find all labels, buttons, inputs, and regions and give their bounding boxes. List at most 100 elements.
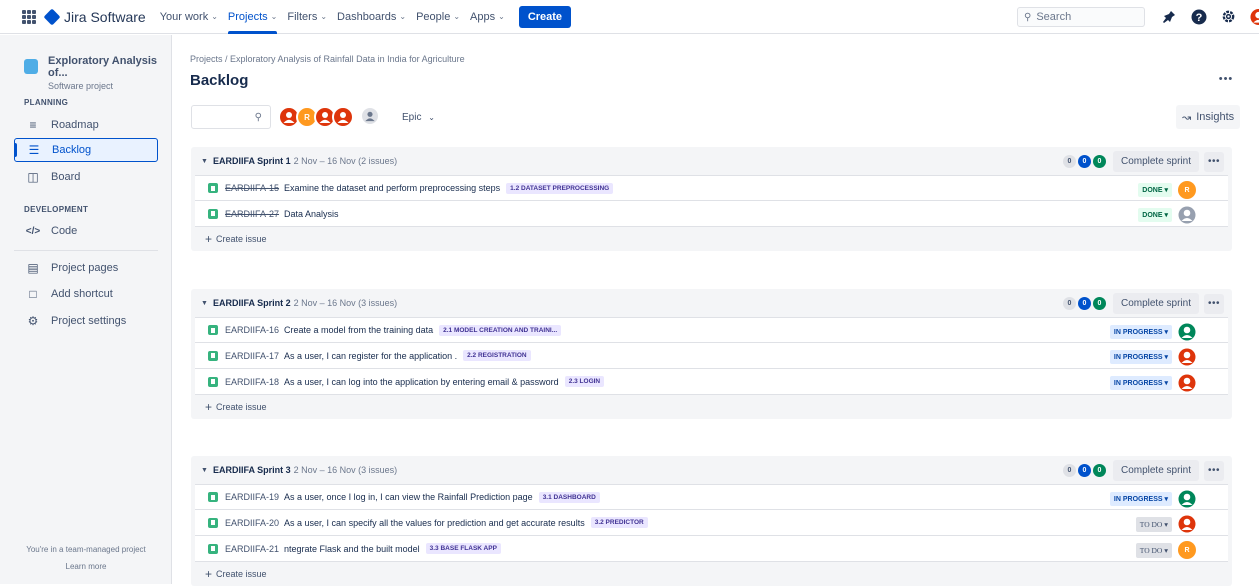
status-dropdown[interactable]: IN PROGRESS ▾ bbox=[1109, 325, 1172, 339]
assignee-avatar[interactable] bbox=[1178, 206, 1196, 224]
nav-dashboards[interactable]: Dashboards ⌄ bbox=[337, 0, 406, 34]
sprint-header[interactable]: ▼ EARDIIFA Sprint 32 Nov – 16 Nov (3 issu… bbox=[191, 456, 1232, 484]
search-input[interactable]: ⚲ Search bbox=[1017, 7, 1145, 27]
chevron-down-icon[interactable]: ▼ bbox=[201, 467, 208, 474]
profile-icon[interactable] bbox=[1250, 8, 1259, 25]
project-type: Software project bbox=[48, 81, 114, 91]
complete-sprint-button[interactable]: Complete sprint bbox=[1112, 151, 1199, 172]
insights-button[interactable]: ↝ Insights bbox=[1176, 105, 1241, 129]
chevron-down-icon[interactable]: ▼ bbox=[201, 300, 208, 307]
issue-key[interactable]: EARDIIFA-20 bbox=[225, 518, 279, 528]
chevron-down-icon[interactable]: ▼ bbox=[201, 158, 208, 165]
more-actions-button[interactable]: ••• bbox=[1216, 69, 1236, 89]
complete-sprint-button[interactable]: Complete sprint bbox=[1112, 293, 1199, 314]
issue-key[interactable]: EARDIIFA-16 bbox=[225, 325, 279, 335]
chevron-down-icon: ⌄ bbox=[399, 12, 407, 21]
plus-icon: + bbox=[205, 232, 213, 246]
sidebar-item-add-shortcut[interactable]: □ Add shortcut bbox=[14, 282, 158, 306]
nav-your-work[interactable]: Your work ⌄ bbox=[160, 0, 218, 34]
epic-lozenge[interactable]: 3.1 DASHBOARD bbox=[538, 491, 600, 503]
epic-lozenge[interactable]: 2.2 REGISTRATION bbox=[463, 350, 531, 361]
nav-people[interactable]: People ⌄ bbox=[416, 0, 460, 34]
chevron-down-icon: ⌄ bbox=[320, 12, 328, 21]
breadcrumb[interactable]: Projects / Exploratory Analysis of Rainf… bbox=[190, 54, 465, 64]
issue-row[interactable]: EARDIIFA-17 As a user, I can register for… bbox=[195, 343, 1228, 369]
issue-row[interactable]: EARDIIFA-18 As a user, I can log into the… bbox=[195, 369, 1228, 395]
notifications-icon[interactable] bbox=[1160, 8, 1177, 25]
settings-icon[interactable] bbox=[1220, 8, 1237, 25]
help-icon[interactable]: ? bbox=[1190, 8, 1207, 25]
sprint-more-button[interactable]: ••• bbox=[1204, 293, 1224, 314]
sidebar-item-board[interactable]: ◫ Board bbox=[14, 165, 158, 189]
issue-row[interactable]: EARDIIFA-21 ntegrate Flask and the built … bbox=[195, 536, 1228, 562]
assignee-avatar[interactable] bbox=[1178, 515, 1196, 533]
epic-lozenge[interactable]: 2.1 MODEL CREATION AND TRAINI... bbox=[439, 324, 562, 336]
sidebar-item-roadmap[interactable]: ≡ Roadmap bbox=[14, 113, 158, 137]
issue-summary: As a user, I can log into the applicatio… bbox=[284, 376, 559, 387]
complete-sprint-button[interactable]: Complete sprint bbox=[1112, 460, 1199, 481]
sidebar-item-backlog[interactable]: ☰ Backlog bbox=[14, 138, 158, 162]
assignee-avatar[interactable] bbox=[1178, 374, 1196, 392]
issue-key[interactable]: EARDIIFA-15 bbox=[225, 183, 279, 193]
story-icon bbox=[208, 517, 218, 528]
issue-row[interactable]: EARDIIFA-27 Data Analysis DONE ▾ bbox=[195, 201, 1228, 227]
sidebar-divider bbox=[14, 250, 158, 251]
epic-lozenge[interactable]: 2.3 LOGIN bbox=[564, 376, 605, 387]
nav-projects[interactable]: Projects ⌄ bbox=[227, 0, 278, 34]
sprint-more-button[interactable]: ••• bbox=[1204, 460, 1224, 481]
issue-key[interactable]: EARDIIFA-19 bbox=[225, 492, 279, 502]
create-issue-button[interactable]: + Create issue bbox=[191, 562, 1232, 586]
chevron-down-icon: ▾ bbox=[1162, 354, 1168, 361]
assignee-avatar[interactable] bbox=[1178, 323, 1196, 341]
issue-key[interactable]: EARDIIFA-21 bbox=[225, 544, 279, 554]
sprint-actions: 0 0 0 Complete sprint ••• bbox=[1062, 151, 1224, 172]
backlog-search-input[interactable]: ⚲ bbox=[191, 105, 271, 129]
issue-row[interactable]: EARDIIFA-19 As a user, once I log in, I c… bbox=[195, 484, 1228, 510]
todo-count-badge: 0 bbox=[1062, 155, 1076, 168]
status-dropdown[interactable]: IN PROGRESS ▾ bbox=[1109, 492, 1172, 506]
issue-key[interactable]: EARDIIFA-17 bbox=[225, 351, 279, 361]
status-dropdown[interactable]: IN PROGRESS ▾ bbox=[1109, 376, 1172, 390]
assignee-avatar[interactable] bbox=[1178, 348, 1196, 366]
sprint-header[interactable]: ▼ EARDIIFA Sprint 12 Nov – 16 Nov (2 issu… bbox=[191, 147, 1232, 175]
create-issue-button[interactable]: + Create issue bbox=[191, 227, 1232, 251]
assignee-avatar[interactable]: R bbox=[1178, 181, 1196, 199]
issue-meta: IN PROGRESS ▾ bbox=[1109, 490, 1196, 508]
epic-filter-dropdown[interactable]: Epic ⌄ bbox=[402, 112, 435, 123]
nav-filters[interactable]: Filters ⌄ bbox=[287, 0, 327, 34]
status-dropdown[interactable]: IN PROGRESS ▾ bbox=[1109, 350, 1172, 364]
sprint-header[interactable]: ▼ EARDIIFA Sprint 22 Nov – 16 Nov (3 issu… bbox=[191, 289, 1232, 317]
issue-row[interactable]: EARDIIFA-15 Examine the dataset and perfo… bbox=[195, 175, 1228, 201]
status-dropdown[interactable]: TO DO ▾ bbox=[1135, 542, 1172, 558]
sprint-name: EARDIIFA Sprint 2 bbox=[212, 298, 291, 308]
status-dropdown[interactable]: TO DO ▾ bbox=[1135, 516, 1172, 532]
assignee-avatar[interactable]: R bbox=[1178, 541, 1196, 559]
assignee-avatar[interactable] bbox=[1178, 490, 1196, 508]
create-issue-button[interactable]: + Create issue bbox=[191, 395, 1232, 419]
sprint-dates: 2 Nov – 16 Nov (3 issues) bbox=[293, 465, 398, 475]
issue-meta: DONE ▾ bbox=[1138, 206, 1196, 224]
jira-logo[interactable]: Jira Software bbox=[43, 8, 146, 25]
issue-key[interactable]: EARDIIFA-27 bbox=[225, 209, 279, 219]
learn-more-link[interactable]: Learn more bbox=[0, 562, 172, 571]
chevron-down-icon: ▾ bbox=[1162, 380, 1168, 387]
epic-lozenge[interactable]: 1.2 DATASET PREPROCESSING bbox=[506, 182, 614, 194]
app-switcher-icon[interactable] bbox=[22, 9, 36, 24]
create-button[interactable]: Create bbox=[518, 5, 572, 28]
nav-apps[interactable]: Apps ⌄ bbox=[470, 0, 505, 34]
status-dropdown[interactable]: DONE ▾ bbox=[1138, 183, 1172, 197]
status-dropdown[interactable]: DONE ▾ bbox=[1138, 208, 1172, 222]
issue-key[interactable]: EARDIIFA-18 bbox=[225, 377, 279, 387]
issue-row[interactable]: EARDIIFA-20 As a user, I can specify all … bbox=[195, 510, 1228, 536]
epic-lozenge[interactable]: 3.3 BASE FLASK APP bbox=[425, 543, 501, 554]
project-header[interactable]: Exploratory Analysis of... Software proj… bbox=[24, 55, 171, 91]
assignee-avatar[interactable] bbox=[332, 106, 354, 128]
sidebar-item-project-pages[interactable]: ▤ Project pages bbox=[14, 256, 158, 280]
epic-lozenge[interactable]: 3.2 PREDICTOR bbox=[590, 517, 648, 528]
sidebar-item-code[interactable]: </> Code bbox=[14, 219, 158, 243]
unassigned-avatar[interactable] bbox=[360, 106, 380, 126]
sidebar-item-project-settings[interactable]: ⚙ Project settings bbox=[14, 309, 158, 333]
sprint-more-button[interactable]: ••• bbox=[1204, 151, 1224, 172]
project-name: Exploratory Analysis of... bbox=[48, 55, 158, 79]
issue-row[interactable]: EARDIIFA-16 Create a model from the train… bbox=[195, 317, 1228, 343]
